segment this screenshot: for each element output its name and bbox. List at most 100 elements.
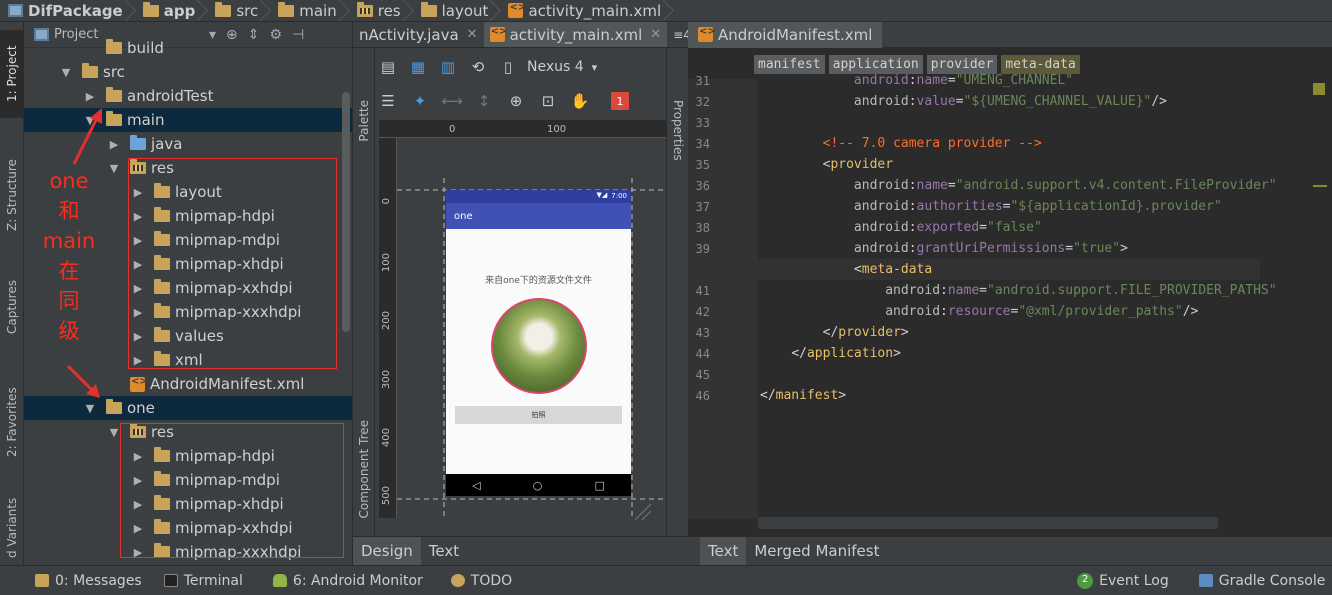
code-line[interactable]: </provider> — [760, 322, 909, 343]
breadcrumb-item[interactable]: layout — [407, 0, 495, 22]
project-scrollbar[interactable] — [342, 92, 350, 332]
editor-tab-bar: AndroidManifest.xml — [688, 21, 1332, 48]
annotation-box-one-res — [120, 423, 344, 558]
properties-tab[interactable]: Properties — [671, 100, 685, 161]
tree-node[interactable]: ▶ androidTest — [24, 84, 352, 108]
take-photo-button[interactable]: 拍照 — [455, 406, 622, 424]
error-badge[interactable]: 1 — [611, 92, 629, 110]
device-selector[interactable]: Nexus 4 — [527, 59, 584, 75]
annotation-char: 级 — [58, 319, 80, 343]
tool-tab-favorites[interactable]: 2: Favorites — [0, 372, 24, 472]
design-surface-icon[interactable]: ▤ — [377, 56, 399, 78]
messages-tool-button[interactable]: 0: Messages — [35, 573, 142, 589]
zoom-in-icon[interactable]: ⊕ — [505, 90, 527, 112]
component-tree-tab[interactable]: Component Tree — [357, 420, 371, 518]
avatar-image[interactable] — [490, 298, 587, 394]
code-line[interactable]: android:name="android.support.v4.content… — [760, 175, 1277, 196]
code-line[interactable]: android:resource="@xml/provider_paths"/> — [760, 301, 1198, 322]
tree-node[interactable]: build — [24, 36, 352, 60]
chevron-down-icon[interactable]: ▾ — [592, 61, 598, 74]
code-token: value — [916, 94, 956, 109]
tab-main-activity-java[interactable]: nActivity.java ✕ — [353, 22, 484, 47]
expand-vertical-icon[interactable]: ↕ — [473, 90, 495, 112]
zoom-fit-icon[interactable]: ⊡ — [537, 90, 559, 112]
hamburger-icon[interactable]: ☰ — [377, 90, 399, 112]
code-line[interactable]: android:name="UMENG_CHANNEL" — [760, 70, 1073, 91]
magic-wand-icon[interactable]: ✦ — [409, 90, 431, 112]
ruler-horizontal: 0 100 — [379, 120, 666, 138]
tool-tab-captures[interactable]: Captures — [0, 262, 24, 352]
breadcrumb-item[interactable]: app — [129, 0, 202, 22]
collapsed-arrow-icon[interactable]: ▶ — [82, 90, 98, 103]
code-line[interactable]: <provider — [760, 154, 893, 175]
code-line[interactable]: </manifest> — [760, 385, 846, 406]
expand-horizontal-icon[interactable]: ⟷ — [441, 90, 463, 112]
blueprint-icon[interactable]: ▦ — [407, 56, 429, 78]
code-line[interactable]: <!-- 7.0 camera provider --> — [760, 133, 1042, 154]
todo-tool-button[interactable]: TODO — [450, 573, 512, 589]
gradle-console-tool-button[interactable]: Gradle Console — [1198, 573, 1325, 589]
close-icon[interactable]: ✕ — [650, 27, 661, 42]
code-token: = — [979, 283, 987, 298]
tab-overflow[interactable]: ≡4 — [667, 22, 688, 47]
phone-preview[interactable]: 7:00 ▼◢ one 来自one下的资源文件文件 拍照 ◁ ○ □ — [446, 190, 631, 496]
orientation-icon[interactable]: ⟲ — [467, 56, 489, 78]
expanded-arrow-icon[interactable]: ▼ — [82, 402, 98, 415]
breadcrumb-item[interactable]: res — [343, 0, 407, 22]
code-token: "${UMENG_CHANNEL_VALUE}" — [963, 94, 1152, 109]
recents-icon: □ — [594, 478, 605, 492]
ruler-label: 200 — [381, 311, 392, 331]
breadcrumb-item[interactable]: DifPackage — [0, 0, 129, 22]
code-line[interactable]: </application> — [760, 343, 901, 364]
tab-design[interactable]: Design — [353, 537, 421, 565]
code-token: meta-data — [861, 262, 933, 277]
editor-hscrollbar[interactable] — [758, 517, 1218, 529]
tree-node-label: src — [103, 63, 125, 81]
tree-node-label: build — [127, 39, 164, 57]
project-panel: Project ▾ ⊕ ⇕ ⚙ ⊣ build ▼ src ▶ androidTest ▼… — [24, 22, 353, 565]
code-line[interactable]: android:exported="false" — [760, 217, 1042, 238]
annotation-char: main — [42, 229, 96, 253]
tab-android-manifest[interactable]: AndroidManifest.xml — [688, 21, 883, 48]
code-line[interactable]: android:name="android.support.FILE_PROVI… — [760, 280, 1276, 301]
code-token: : — [908, 199, 917, 214]
tool-tab-structure[interactable]: Z: Structure — [0, 140, 24, 250]
code-token: android — [885, 304, 941, 319]
code-token: /> — [1182, 304, 1199, 319]
event-log-tool-button[interactable]: 2 Event Log — [1077, 572, 1169, 589]
android-monitor-tool-button[interactable]: 6: Android Monitor — [272, 573, 423, 589]
collapsed-arrow-icon[interactable]: ▶ — [106, 138, 122, 151]
breadcrumb-item[interactable]: activity_main.xml — [494, 0, 667, 22]
folder-icon — [215, 1, 232, 17]
code-line[interactable]: android:authorities="${applicationId}.pr… — [760, 196, 1222, 217]
breadcrumb-item[interactable]: src — [201, 0, 264, 22]
tool-tab-build-variants[interactable]: d Variants — [0, 492, 24, 564]
code-token: android — [853, 220, 909, 235]
tab-text[interactable]: Text — [700, 537, 747, 565]
code-token: android — [853, 94, 909, 109]
tab-merged-manifest[interactable]: Merged Manifest — [746, 537, 887, 565]
split-view-icon[interactable]: ▥ — [437, 56, 459, 78]
code-line[interactable]: <meta-data — [688, 259, 1260, 280]
breadcrumb-item[interactable]: main — [264, 0, 342, 22]
code-token: android — [853, 73, 909, 88]
palette-tab[interactable]: Palette — [357, 100, 371, 142]
expanded-arrow-icon[interactable]: ▼ — [106, 162, 122, 175]
tool-tab-project[interactable]: 1: Project — [0, 30, 24, 118]
warning-marker[interactable] — [1313, 83, 1325, 95]
pan-hand-icon[interactable]: ✋ — [569, 90, 591, 112]
line-number: 43 — [695, 326, 710, 340]
phone-text-view[interactable]: 来自one下的资源文件文件 — [446, 273, 631, 286]
terminal-tool-button[interactable]: Terminal — [163, 573, 243, 589]
tab-text[interactable]: Text — [421, 537, 467, 565]
tab-activity-main-xml[interactable]: activity_main.xml✕ — [483, 22, 668, 47]
code-token: = — [955, 94, 964, 109]
tree-node[interactable]: ▼ src — [24, 60, 352, 84]
code-token: "false" — [987, 220, 1042, 235]
code-line[interactable]: android:value="${UMENG_CHANNEL_VALUE}"/> — [760, 91, 1167, 112]
expanded-arrow-icon[interactable]: ▼ — [58, 66, 74, 79]
ruler-vertical: 0 100 200 300 400 500 — [379, 138, 397, 518]
close-icon[interactable]: ✕ — [467, 27, 478, 42]
code-line[interactable]: android:grantUriPermissions="true"> — [760, 238, 1128, 259]
designer-tab-bar: nActivity.java✕ activity_main.xml✕ ≡4 — [353, 22, 688, 48]
